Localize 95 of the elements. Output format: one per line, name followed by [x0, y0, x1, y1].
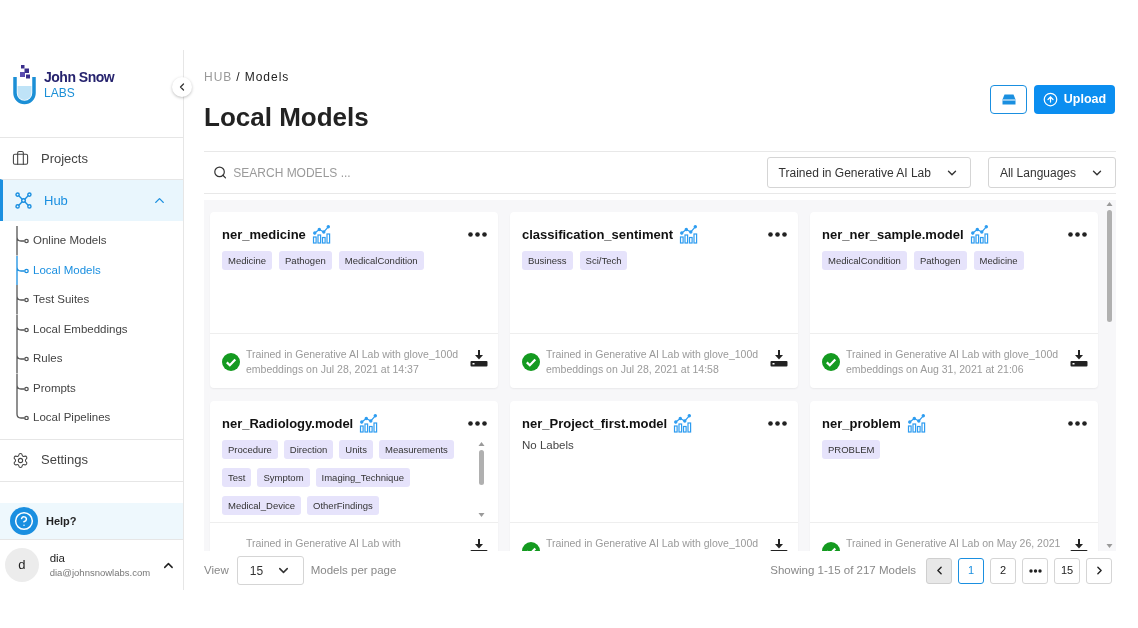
- download-icon[interactable]: [470, 349, 488, 367]
- label-tag: Medicine: [222, 251, 273, 270]
- user-name: dia: [49, 551, 66, 566]
- chart-icon: [906, 414, 926, 433]
- sub-nav-item[interactable]: Rules: [33, 350, 63, 368]
- download-icon[interactable]: [1070, 538, 1088, 551]
- brand-name: John Snow: [44, 68, 115, 86]
- label-tag: Business: [522, 251, 573, 270]
- view-label: View: [204, 562, 229, 578]
- tree-branch-icon: [14, 226, 29, 256]
- chart-icon: [969, 225, 989, 244]
- help-icon: [10, 507, 38, 535]
- training-info: Trained in Generative AI Lab with glove_100d embeddings on Jul 28, 2021 at 14:58: [546, 347, 760, 377]
- page-button[interactable]: 15: [1054, 557, 1080, 584]
- logo-icon: [12, 65, 37, 105]
- sub-nav-item[interactable]: Local Embeddings: [33, 320, 128, 338]
- filter-dropdown[interactable]: All Languages: [987, 157, 1116, 188]
- search-field[interactable]: SEARCH MODELS ...: [233, 160, 767, 185]
- label-tag: Units: [339, 440, 373, 459]
- label-tag: PROBLEM: [822, 440, 881, 459]
- more-icon[interactable]: [1068, 421, 1087, 426]
- model-name: ner_Project_first.model: [522, 415, 668, 432]
- download-icon[interactable]: [470, 538, 488, 551]
- avatar: d: [5, 548, 39, 582]
- page-button[interactable]: 2: [990, 557, 1016, 584]
- nav-item[interactable]: Settings: [0, 438, 183, 481]
- tree-branch-icon: [14, 344, 29, 374]
- page-title: Local Models: [204, 102, 369, 132]
- more-icon[interactable]: [468, 232, 487, 237]
- model-name: ner_medicine: [222, 226, 306, 243]
- label-tag: Sci/Tech: [579, 251, 628, 270]
- tree-branch-icon: [14, 285, 29, 315]
- more-icon[interactable]: [468, 421, 487, 426]
- help-button[interactable]: Help?: [0, 503, 183, 539]
- no-labels-text: No Labels: [522, 438, 574, 453]
- download-icon[interactable]: [770, 538, 788, 551]
- training-info: Trained in Generative AI Lab on May 26, 2021: [846, 536, 1062, 551]
- label-tag: OtherFindings: [307, 496, 379, 515]
- training-info: Trained in Generative AI Lab with glove_100d embeddings on Jul 28, 2021 at 14:37: [246, 347, 460, 377]
- label-tag: Measurements: [379, 440, 454, 459]
- tree-branch-icon: [14, 314, 29, 344]
- model-name: ner_problem: [822, 415, 901, 432]
- label-tag: Medical_Device: [222, 496, 302, 515]
- chart-icon: [673, 414, 693, 433]
- label-tag: Direction: [283, 440, 334, 459]
- page-ellipsis-button[interactable]: [1022, 557, 1048, 584]
- training-info: Trained in Generative AI Lab with: [246, 536, 402, 551]
- collapse-button[interactable]: [172, 77, 192, 97]
- page-size-select[interactable]: 15: [236, 556, 304, 585]
- label-tag: Medicine: [973, 251, 1024, 270]
- settings-icon: [12, 451, 29, 469]
- breadcrumb-current: Models: [244, 70, 290, 84]
- label-tag: Test: [222, 468, 252, 487]
- label-tag: Imaging_Technique: [315, 468, 410, 487]
- download-icon[interactable]: [1070, 349, 1088, 367]
- scrollbar[interactable]: [1105, 200, 1114, 551]
- label-tag: MedicalCondition: [338, 251, 424, 270]
- sub-nav-item[interactable]: Online Models: [33, 232, 107, 250]
- sub-nav-item[interactable]: Test Suites: [33, 291, 90, 309]
- more-icon[interactable]: [768, 232, 787, 237]
- brand-subtitle: LABS: [44, 86, 76, 101]
- user-email: dia@johnsnowlabs.com: [49, 566, 151, 579]
- model-name: classification_sentiment: [522, 226, 673, 243]
- storage-button[interactable]: [990, 85, 1027, 114]
- model-name: ner_Radiology.model: [222, 415, 354, 432]
- label-tag: MedicalCondition: [822, 251, 907, 270]
- training-info: Trained in Generative AI Lab with glove_100d: [546, 536, 760, 551]
- filter-dropdown[interactable]: Trained in Generative AI Lab: [766, 157, 971, 188]
- scrollbar[interactable]: [477, 440, 486, 520]
- tree-branch-icon: [14, 255, 29, 285]
- download-icon[interactable]: [770, 349, 788, 367]
- chart-icon: [679, 225, 698, 244]
- per-page-label: Models per page: [310, 562, 397, 578]
- search-icon: [213, 165, 228, 180]
- sub-nav-item[interactable]: Local Pipelines: [33, 409, 111, 427]
- training-info: Trained in Generative AI Lab with glove_100d embeddings on Aug 31, 2021 at 21:06: [846, 347, 1060, 377]
- model-name: ner_ner_sample.model: [822, 226, 964, 243]
- label-tag: Procedure: [222, 440, 278, 459]
- network-icon: [15, 192, 32, 209]
- sub-nav-item[interactable]: Local Models: [33, 261, 101, 279]
- more-icon: [1028, 568, 1042, 573]
- more-icon[interactable]: [768, 421, 787, 426]
- upload-icon: [1042, 92, 1058, 107]
- sub-nav-item[interactable]: Prompts: [33, 379, 76, 397]
- breadcrumb-separator: /: [236, 70, 241, 84]
- label-tag: Pathogen: [913, 251, 967, 270]
- chart-icon: [311, 225, 331, 244]
- drive-icon: [1001, 94, 1016, 105]
- label-tag: Pathogen: [279, 251, 332, 270]
- more-icon[interactable]: [1068, 232, 1087, 237]
- pagination-summary: Showing 1-15 of 217 Models: [770, 562, 916, 578]
- briefcase-icon: [12, 150, 29, 167]
- page-button[interactable]: 1: [958, 557, 984, 584]
- label-tag: Symptom: [257, 468, 310, 487]
- chart-icon: [359, 414, 379, 433]
